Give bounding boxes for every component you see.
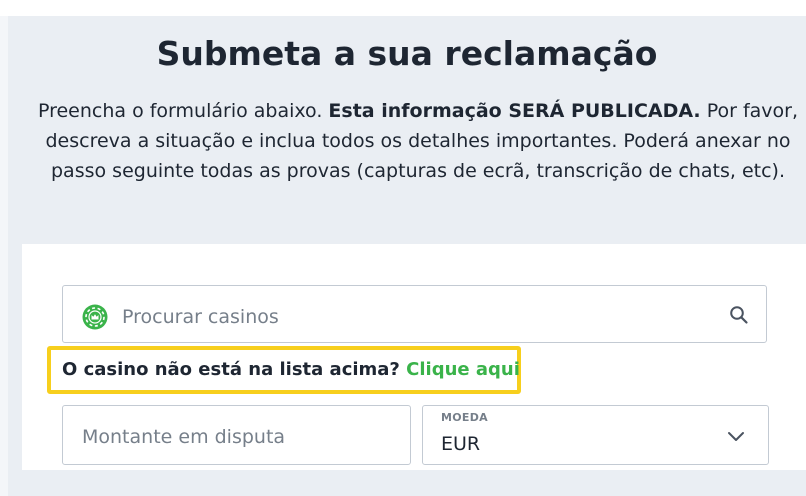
search-placeholder: Procurar casinos: [122, 306, 279, 328]
not-listed-text: O casino não está na lista acima?: [62, 359, 400, 380]
click-here-link[interactable]: Clique aqui: [406, 359, 520, 380]
not-listed-row: O casino não está na lista acima? Clique…: [62, 357, 520, 383]
intro-part1: Preencha o formulário abaixo.: [37, 100, 329, 122]
intro-text: Preencha o formulário abaixo. Esta infor…: [30, 96, 806, 186]
intro-bold: Esta informação SERÁ PUBLICADA.: [328, 100, 701, 122]
chevron-down-icon[interactable]: [727, 428, 745, 441]
top-strip: [0, 0, 806, 16]
currency-value: EUR: [441, 433, 481, 455]
search-icon[interactable]: [729, 305, 749, 325]
page-title: Submeta a sua reclamação: [156, 34, 658, 73]
casino-logo-icon: [82, 304, 108, 330]
amount-placeholder: Montante em disputa: [82, 426, 286, 448]
currency-label: MOEDA: [441, 411, 488, 424]
